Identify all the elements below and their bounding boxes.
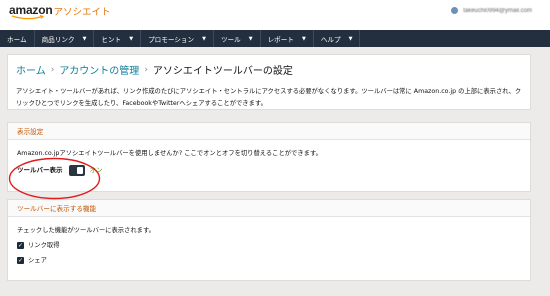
nav-item-label: ヒント bbox=[101, 35, 122, 44]
breadcrumb-home-link[interactable]: ホーム bbox=[16, 62, 46, 77]
nav-item-label: ホーム bbox=[7, 35, 27, 44]
checkmark-icon: ✓ bbox=[17, 241, 24, 249]
features-body: チェックした機能がツールバーに表示されます。 ✓ リンク取得 ✓ シェア bbox=[8, 217, 530, 274]
nav-item-product-links[interactable]: 商品リンク ▼ bbox=[35, 30, 95, 47]
nav-item-label: ツール bbox=[220, 35, 241, 44]
nav-item-tools[interactable]: ツール ▼ bbox=[214, 30, 261, 47]
user-email: takeuchi0994@ymail.com bbox=[463, 7, 532, 14]
feature-option-share[interactable]: ✓ シェア bbox=[17, 255, 521, 266]
section-title: 表示設定 bbox=[8, 123, 530, 140]
nav-item-hints[interactable]: ヒント ▼ bbox=[94, 30, 142, 47]
breadcrumb: ホーム › アカウントの管理 › アソシエイトツールバーの設定 bbox=[16, 62, 293, 78]
feature-option-link[interactable]: ✓ リンク取得 bbox=[17, 240, 521, 251]
caret-down-icon: ▼ bbox=[248, 35, 253, 42]
feature-label: シェア bbox=[28, 257, 47, 264]
nav-item-home[interactable]: ホーム bbox=[0, 30, 35, 47]
amazon-smile-icon bbox=[11, 15, 45, 20]
user-account-menu[interactable]: takeuchi0994@ymail.com bbox=[451, 7, 532, 14]
breadcrumb-separator: › bbox=[144, 64, 148, 75]
intro-line: リックひとつでリンクを生成したり、FacebookやTwitterへシェアするこ… bbox=[16, 99, 267, 107]
toolbar-features-card: ツールバーに表示する機能 チェックした機能がツールバーに表示されます。 ✓ リン… bbox=[7, 199, 531, 281]
caret-down-icon: ▼ bbox=[348, 35, 353, 42]
caret-down-icon: ▼ bbox=[82, 35, 87, 42]
breadcrumb-account-link[interactable]: アカウントの管理 bbox=[59, 62, 139, 77]
amazon-associates-logo[interactable]: amazon アソシエイト bbox=[9, 3, 111, 20]
caret-down-icon: ▼ bbox=[129, 35, 134, 42]
caret-down-icon: ▼ bbox=[301, 35, 306, 42]
nav-item-promotions[interactable]: プロモーション ▼ bbox=[141, 30, 214, 47]
checkmark-icon: ✓ bbox=[17, 256, 24, 264]
nav-item-label: 商品リンク bbox=[41, 35, 75, 44]
logo-suffix: アソシエイト bbox=[53, 7, 111, 18]
nav-item-label: プロモーション bbox=[148, 35, 195, 44]
nav-item-reports[interactable]: レポート ▼ bbox=[261, 30, 314, 47]
intro-text: アソシエイト・ツールバーがあれば、リンク作成のたびにアソシエイト・セントラルにア… bbox=[16, 86, 526, 109]
breadcrumb-separator: › bbox=[50, 64, 55, 75]
feature-label: リンク取得 bbox=[28, 242, 60, 249]
share-checkbox[interactable]: ✓ bbox=[17, 257, 24, 264]
top-header: amazon アソシエイト takeuchi0994@ymail.com bbox=[0, 0, 550, 30]
page-title: アソシエイトツールバーの設定 bbox=[152, 66, 293, 77]
annotation-circle bbox=[8, 157, 101, 200]
nav-item-label: ヘルプ bbox=[320, 35, 341, 44]
nav-item-label: レポート bbox=[267, 35, 294, 44]
intro-line: アソシエイト・ツールバーがあれば、リンク作成のたびにアソシエイト・セントラルにア… bbox=[16, 88, 522, 95]
user-avatar bbox=[451, 7, 459, 14]
link-get-checkbox[interactable]: ✓ bbox=[17, 242, 24, 249]
features-description: チェックした機能がツールバーに表示されます。 bbox=[17, 227, 155, 234]
caret-down-icon: ▼ bbox=[202, 35, 206, 42]
nav-item-help[interactable]: ヘルプ ▼ bbox=[314, 30, 361, 47]
section-title: ツールバーに表示する機能 bbox=[8, 200, 530, 217]
main-nav: ホーム 商品リンク ▼ ヒント ▼ プロモーション ▼ ツール ▼ レポート ▼… bbox=[0, 30, 550, 47]
